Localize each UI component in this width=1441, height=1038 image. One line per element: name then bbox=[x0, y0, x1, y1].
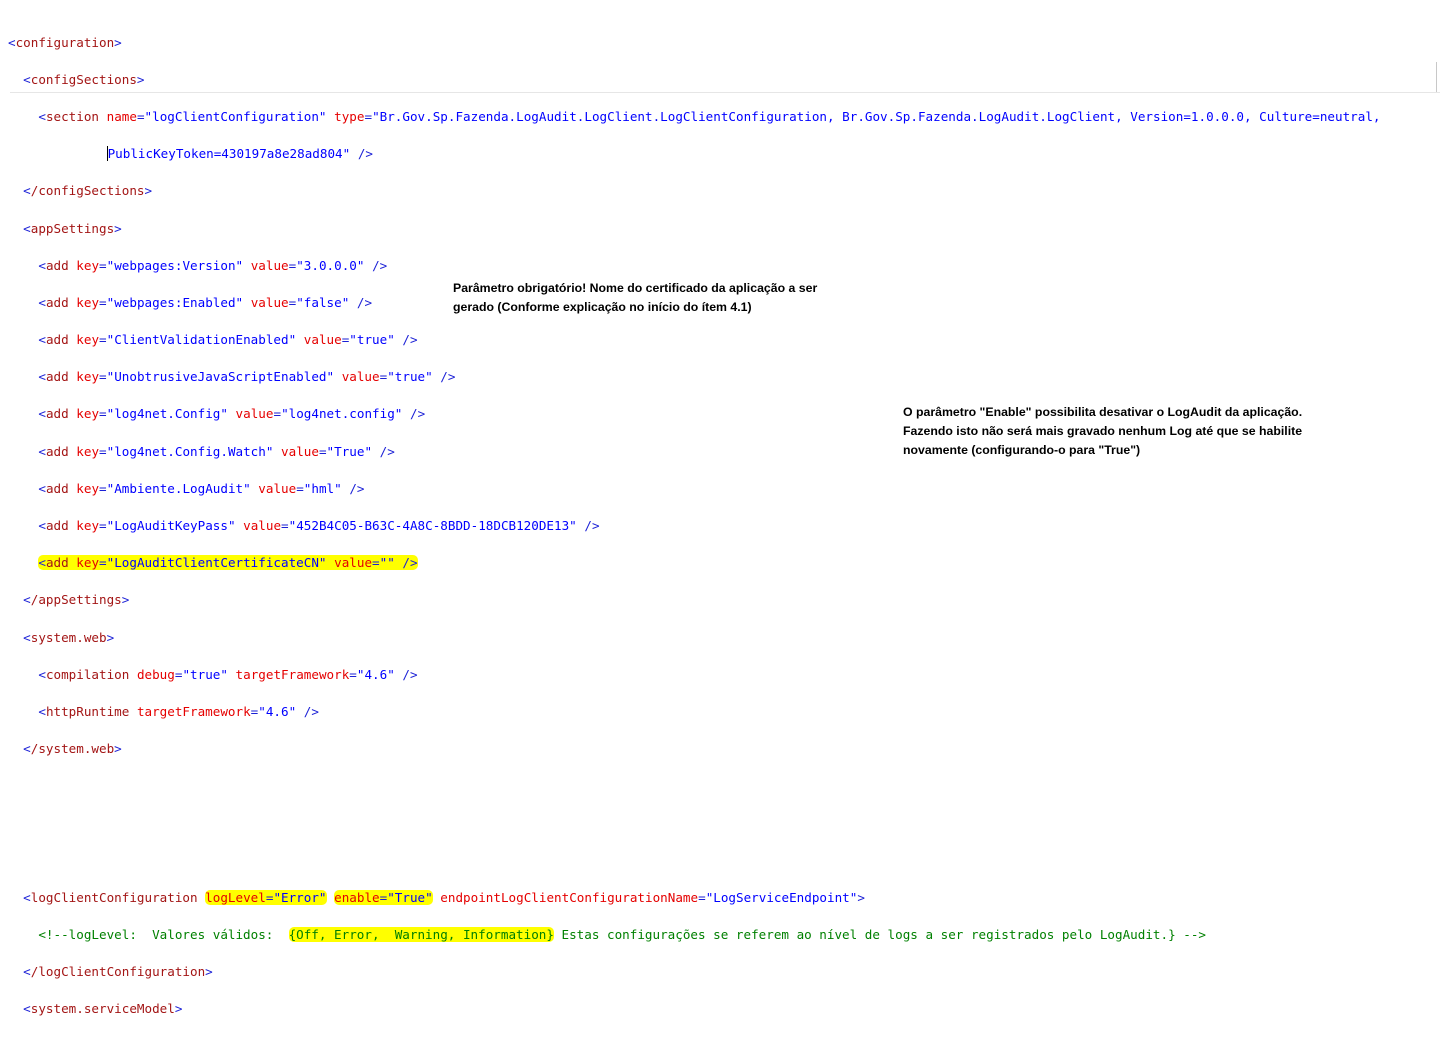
annotation-enable: O parâmetro "Enable" possibilita desativ… bbox=[903, 403, 1302, 460]
code-line-configuration-open: <configuration> bbox=[8, 34, 122, 50]
code-line-add: <add key="ClientValidationEnabled" value… bbox=[38, 332, 418, 348]
code-line-appsettings-close: </appSettings> bbox=[23, 592, 130, 608]
code-line-systemweb-close: </system.web> bbox=[23, 741, 122, 757]
annotation-line: O parâmetro "Enable" possibilita desativ… bbox=[903, 405, 1303, 419]
annotation-certificate-cn: Parâmetro obrigatório! Nome do certifica… bbox=[453, 279, 817, 317]
code-line-configsections-close: </configSections> bbox=[23, 183, 153, 199]
code-line-section: <section name="logClientConfiguration" t… bbox=[38, 108, 1381, 124]
code-line-section-continued: PublicKeyToken=430197a8e28ad804" /> bbox=[106, 146, 373, 162]
code-line-logclient-close: </logClientConfiguration> bbox=[23, 964, 213, 980]
annotation-line: novamente (configurando-o para "True") bbox=[903, 443, 1141, 457]
code-line-configsections-open: <configSections> bbox=[23, 71, 145, 87]
annotation-line: Fazendo isto não será mais gravado nenhu… bbox=[903, 424, 1303, 438]
annotation-line: gerado (Conforme explicação no início do… bbox=[453, 300, 752, 314]
code-line-add: <add key="webpages:Version" value="3.0.0… bbox=[38, 257, 388, 273]
code-line-add: <add key="Ambiente.LogAudit" value="hml"… bbox=[38, 480, 365, 496]
highlight-loglevel: logLevel="Error" bbox=[205, 889, 327, 905]
code-line-appsettings-open: <appSettings> bbox=[23, 220, 122, 236]
code-editor[interactable]: <configuration> <configSections> <sectio… bbox=[8, 15, 1380, 1038]
code-line-servicemodel-open: <system.serviceModel> bbox=[23, 1001, 183, 1017]
code-line-add: <add key="LogAuditKeyPass" value="452B4C… bbox=[38, 518, 600, 534]
code-line-systemweb-open: <system.web> bbox=[23, 629, 115, 645]
code-line-compilation: <compilation debug="true" targetFramewor… bbox=[38, 666, 418, 682]
code-line-httpruntime: <httpRuntime targetFramework="4.6" /> bbox=[38, 703, 319, 719]
highlight-enable: enable="True" bbox=[334, 889, 433, 905]
code-line-logclient-open: <logClientConfiguration logLevel="Error"… bbox=[23, 889, 865, 905]
editor-gutter-line bbox=[1436, 62, 1437, 92]
code-line-add-highlighted: <add key="LogAuditClientCertificateCN" v… bbox=[8, 554, 1380, 573]
code-line-add: <add key="UnobtrusiveJavaScriptEnabled" … bbox=[38, 369, 456, 385]
code-line-comment: <!--logLevel: Valores válidos: {Off, Err… bbox=[38, 927, 1206, 943]
highlight-valid-values: {Off, Error, Warning, Information} bbox=[288, 927, 554, 943]
annotation-line: Parâmetro obrigatório! Nome do certifica… bbox=[453, 281, 818, 295]
highlight-certificate-cn: <add key="LogAuditClientCertificateCN" v… bbox=[38, 555, 418, 571]
